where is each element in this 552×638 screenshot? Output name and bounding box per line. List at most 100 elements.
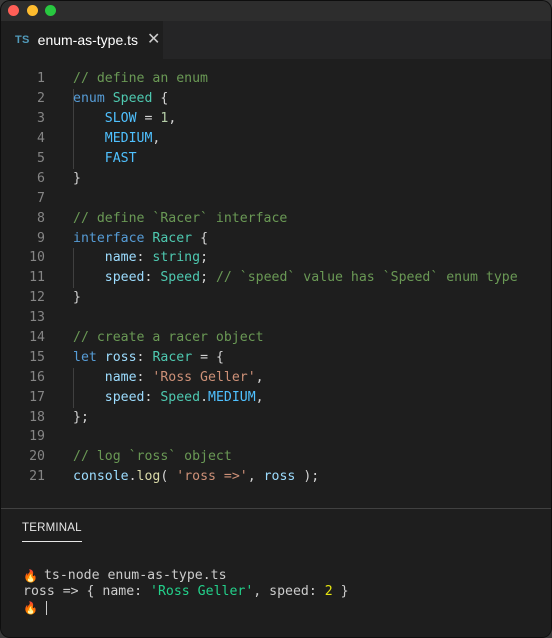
fire-icon: 🔥	[23, 601, 38, 615]
line-number: 15	[29, 349, 45, 365]
line-number: 3	[37, 111, 45, 127]
code-line[interactable]: 7	[1, 188, 551, 208]
fire-icon: 🔥	[23, 569, 38, 583]
code-token: // log `ross` object	[73, 449, 232, 465]
line-number: 20	[29, 449, 45, 465]
output-speed-value: 2	[324, 584, 333, 599]
code-line[interactable]: 11 speed: Speed; // `speed` value has `S…	[1, 268, 551, 288]
line-content: }	[73, 171, 81, 186]
typescript-file-icon: TS	[15, 34, 30, 46]
zoom-window-button[interactable]	[45, 5, 56, 16]
line-content: interface Racer {	[73, 231, 208, 246]
line-number: 11	[29, 270, 45, 286]
output-name-value: 'Ross Geller'	[150, 584, 254, 599]
code-line[interactable]: 17 speed: Speed.MEDIUM,	[1, 387, 551, 407]
code-token: speed	[104, 270, 145, 286]
code-token: ross	[263, 469, 296, 485]
code-line[interactable]: 13	[1, 308, 551, 328]
code-line[interactable]: 5 FAST	[1, 149, 551, 169]
line-number: 16	[29, 369, 45, 385]
code-line[interactable]: 10 name: string;	[1, 248, 551, 268]
line-content: MEDIUM,	[73, 131, 161, 147]
output-suffix: }	[332, 584, 349, 599]
code-token: let	[73, 349, 97, 365]
terminal-output[interactable]: 🔥 ts-node enum-as-type.ts ross => { name…	[23, 568, 349, 616]
code-token: Speed	[160, 389, 201, 405]
code-line[interactable]: 18};	[1, 407, 551, 427]
code-token: {	[192, 230, 209, 246]
line-content: speed: Speed; // `speed` value has `Spee…	[73, 270, 518, 285]
code-token: MEDIUM	[104, 131, 153, 147]
line-content: FAST	[73, 151, 137, 166]
line-number: 21	[29, 469, 45, 485]
code-token: // define `Racer` interface	[73, 210, 288, 226]
code-token: :	[136, 250, 153, 266]
code-token: :	[136, 369, 153, 385]
line-number: 14	[29, 330, 45, 346]
code-token: .	[128, 469, 137, 485]
close-icon[interactable]: ✕	[147, 32, 160, 48]
code-line[interactable]: 6}	[1, 168, 551, 188]
code-editor[interactable]: 1// define an enum 2 enum Speed {3 SLOW = …	[1, 59, 551, 509]
line-content: // log `ross` object	[73, 449, 232, 464]
code-token: Speed	[112, 91, 153, 107]
line-content: speed: Speed.MEDIUM,	[73, 390, 264, 405]
code-line[interactable]: 12}	[1, 288, 551, 308]
line-content: // define `Racer` interface	[73, 211, 287, 226]
code-token: :	[144, 270, 161, 286]
code-line[interactable]: 20 // log `ross` object	[1, 447, 551, 467]
line-content: }	[73, 290, 81, 305]
code-token: }	[73, 290, 81, 306]
code-token: ,	[247, 469, 264, 485]
code-line[interactable]: 2 enum Speed {	[1, 89, 551, 109]
code-token: ;	[200, 250, 209, 266]
code-token: ross	[104, 349, 137, 365]
code-line[interactable]: 8 // define `Racer` interface	[1, 208, 551, 228]
code-line[interactable]: 15 let ross: Racer = {	[1, 347, 551, 367]
code-token: ;	[200, 270, 216, 286]
terminal-output-line: ross => { name: 'Ross Geller', speed: 2 …	[23, 584, 349, 600]
code-token: :	[144, 389, 161, 405]
code-token: {	[152, 91, 169, 107]
line-content: // create a racer object	[73, 330, 264, 345]
line-number: 7	[37, 190, 45, 206]
output-middle: , speed:	[253, 584, 325, 599]
line-content: name: 'Ross Geller',	[73, 370, 264, 385]
code-line[interactable]: 14 // create a racer object	[1, 328, 551, 348]
code-token: 'ross =>'	[176, 469, 248, 485]
line-number: 9	[37, 230, 45, 246]
line-content: name: string;	[73, 250, 208, 265]
code-lines: 1// define an enum 2 enum Speed {3 SLOW = …	[1, 69, 551, 487]
code-line[interactable]: 4 MEDIUM,	[1, 129, 551, 149]
code-line[interactable]: 9 interface Racer {	[1, 228, 551, 248]
line-number: 12	[29, 290, 45, 306]
minimize-window-button[interactable]	[27, 5, 38, 16]
code-token: SLOW	[104, 111, 137, 127]
code-token: // `speed` value has `Speed` enum type	[215, 270, 518, 286]
code-token: // create a racer object	[73, 330, 264, 346]
code-token: Racer	[152, 230, 193, 246]
code-token: name	[104, 250, 137, 266]
close-window-button[interactable]	[8, 5, 19, 16]
code-token: FAST	[104, 151, 137, 166]
code-line[interactable]: 3 SLOW = 1,	[1, 109, 551, 129]
code-line[interactable]: 1 // define an enum	[1, 69, 551, 89]
code-line[interactable]: 16 name: 'Ross Geller',	[1, 367, 551, 387]
code-line[interactable]: 21 console.log( 'ross =>', ross );	[1, 467, 551, 487]
terminal-prompt-line[interactable]: 🔥	[23, 600, 349, 616]
line-number: 18	[29, 409, 45, 425]
tab-enum-as-type[interactable]: TS enum-as-type.ts ✕	[1, 21, 163, 59]
line-number: 6	[37, 170, 45, 186]
title-bar	[1, 1, 551, 21]
code-token: name	[104, 369, 137, 385]
code-token: 'Ross Geller'	[152, 369, 256, 385]
tab-terminal[interactable]: TERMINAL	[22, 522, 82, 542]
code-token: :	[136, 349, 153, 365]
line-number: 2	[37, 91, 45, 107]
code-token: MEDIUM	[208, 389, 256, 405]
line-number: 19	[29, 429, 45, 445]
code-line[interactable]: 19	[1, 427, 551, 447]
